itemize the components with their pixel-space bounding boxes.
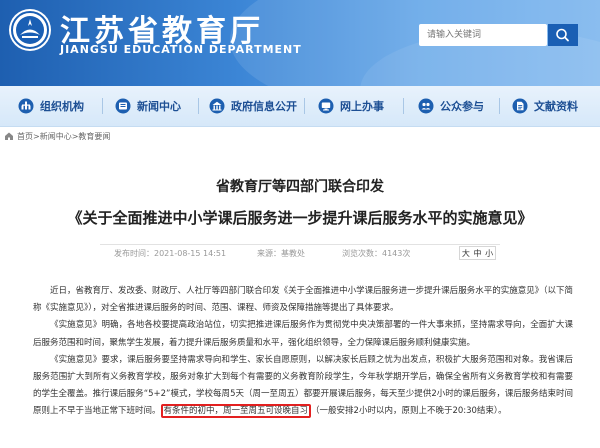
nav-divider — [198, 98, 199, 114]
site-subtitle: JIANGSU EDUCATION DEPARTMENT — [60, 43, 302, 56]
article-body: 近日，省教育厅、发改委、财政厅、人社厅等四部门联合印发《关于全面推进中小学课后服… — [33, 283, 573, 421]
breadcrumb-edu-news[interactable]: 教育要闻 — [78, 131, 110, 142]
nav-divider — [102, 98, 103, 114]
home-icon — [5, 132, 13, 140]
article-paragraph: 《实施意见》明确，各地各校要提高政治站位，切实把推进课后服务作为贯彻党中央决策部… — [33, 320, 573, 348]
article-title: 省教育厅等四部门联合印发 — [216, 179, 384, 195]
article-paragraph: 《实施意见》要求，课后服务要坚持需求导向和学生、家长自愿原则，以解决家长后顾之忧… — [33, 352, 573, 421]
breadcrumb-separator: > — [71, 131, 79, 141]
main-nav: 组织机构 新闻中心 政府信息公开 网上办事 公众参与 文献资料 — [0, 86, 600, 127]
site-header: 江苏省教育厅 JIANGSU EDUCATION DEPARTMENT — [0, 0, 600, 86]
gov-info-icon — [209, 98, 225, 114]
org-icon — [18, 98, 34, 114]
search-button[interactable] — [548, 24, 578, 46]
article-doc-title: 《关于全面推进中小学课后服务进一步提升课后服务水平的实施意见》 — [67, 209, 533, 227]
highlighted-text: 有条件的初中，周一至周五可设晚自习 — [160, 404, 312, 419]
emblem-icon[interactable] — [8, 8, 52, 52]
nav-label: 公众参与 — [440, 100, 484, 113]
breadcrumb-news[interactable]: 新闻中心 — [40, 131, 72, 142]
nav-divider — [499, 98, 500, 114]
nav-item-public-participation[interactable]: 公众参与 — [418, 86, 484, 126]
nav-item-news[interactable]: 新闻中心 — [115, 86, 181, 126]
nav-label: 文献资料 — [534, 100, 578, 113]
online-service-icon — [318, 98, 334, 114]
nav-divider — [304, 98, 305, 114]
search-icon — [556, 28, 569, 42]
font-size-medium[interactable]: 中 — [473, 248, 481, 259]
breadcrumb-separator: > — [33, 131, 40, 141]
nav-label: 网上办事 — [340, 100, 384, 113]
nav-divider — [403, 98, 404, 114]
view-count: 浏览次数：4143次 — [342, 249, 411, 258]
news-icon — [115, 98, 131, 114]
nav-item-gov-info[interactable]: 政府信息公开 — [209, 86, 297, 126]
font-size-small[interactable]: 小 — [485, 248, 493, 259]
documents-icon — [512, 98, 528, 114]
nav-label: 政府信息公开 — [231, 100, 297, 113]
nav-label: 新闻中心 — [137, 100, 181, 113]
nav-item-documents[interactable]: 文献资料 — [512, 86, 578, 126]
article-paragraph: 近日，省教育厅、发改委、财政厅、人社厅等四部门联合印发《关于全面推进中小学课后服… — [33, 286, 573, 314]
article-meta: 发布时间：2021-08-15 14:51 来源：基教处 浏览次数：4143次 — [0, 248, 600, 262]
breadcrumb-home[interactable]: 首页 — [17, 131, 33, 142]
nav-label: 组织机构 — [40, 100, 84, 113]
public-participation-icon — [418, 98, 434, 114]
paragraph-text: （一般安排2小时以内，原则上不晚于20:30结束）。 — [311, 406, 507, 417]
search-input[interactable] — [419, 24, 547, 46]
article-source: 来源：基教处 — [257, 249, 305, 258]
meta-divider — [100, 244, 500, 245]
breadcrumb: 首页 > 新闻中心 > 教育要闻 — [0, 128, 600, 144]
nav-item-org[interactable]: 组织机构 — [18, 86, 84, 126]
font-size-switcher: 大 中 小 — [459, 246, 496, 260]
publish-date: 发布时间：2021-08-15 14:51 — [114, 249, 227, 258]
font-size-large[interactable]: 大 — [462, 248, 470, 259]
nav-item-online-service[interactable]: 网上办事 — [318, 86, 384, 126]
